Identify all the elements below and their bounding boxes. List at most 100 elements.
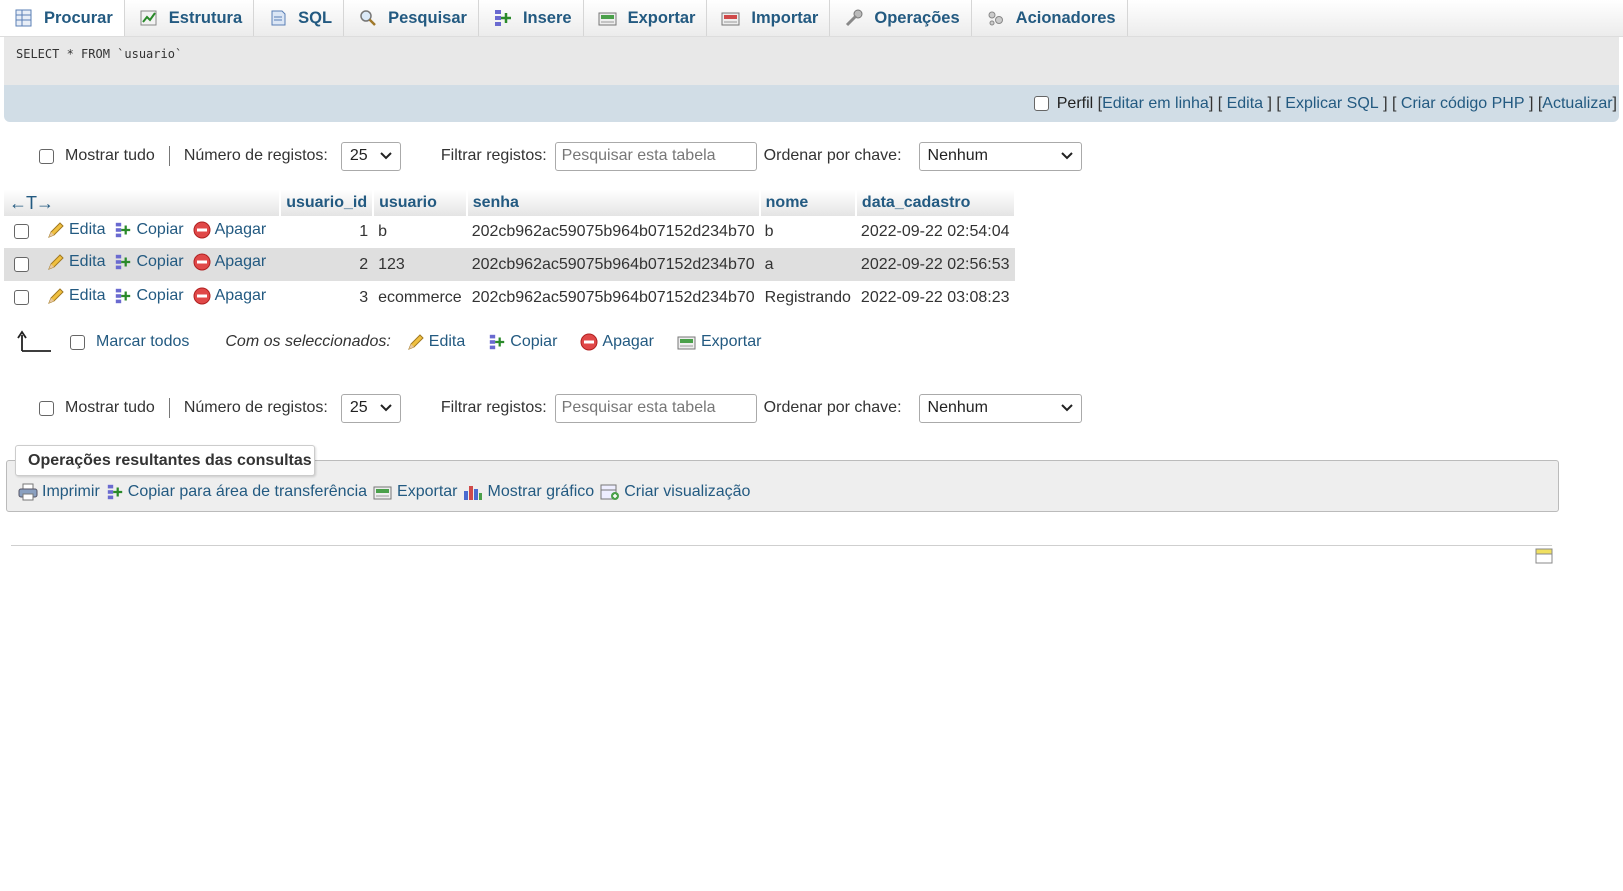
bookmark-icon[interactable] xyxy=(1535,548,1553,564)
tab-insert[interactable]: Insere xyxy=(479,0,584,36)
sql-query-text: SELECT * FROM `usuario` xyxy=(16,47,183,61)
copy-icon xyxy=(490,334,505,350)
row-edit-button[interactable]: Edita xyxy=(47,253,105,271)
filter-input[interactable]: Pesquisar esta tabela xyxy=(554,141,757,171)
row-actions: Edita Copiar Apagar xyxy=(42,216,280,248)
view-icon xyxy=(600,484,620,500)
cell-senha[interactable]: 202cb962ac59075b964b07152d234b70 xyxy=(466,248,760,281)
export-icon xyxy=(373,486,392,500)
show-all-checkbox[interactable] xyxy=(39,148,54,164)
column-header-senha[interactable]: senha xyxy=(466,190,761,216)
show-all-checkbox[interactable] xyxy=(39,400,54,416)
delete-icon xyxy=(580,333,598,351)
sql-icon xyxy=(271,10,286,26)
cell-usuario[interactable]: 123 xyxy=(373,248,467,281)
tab-triggers[interactable]: Acionadores xyxy=(972,0,1128,36)
cell-nome[interactable]: a xyxy=(759,248,856,281)
delete-icon xyxy=(193,221,211,238)
tab-label: Pesquisar xyxy=(388,8,467,27)
row-copy-button[interactable]: Copiar xyxy=(114,221,184,239)
column-header-data_cadastro[interactable]: data_cadastro xyxy=(855,190,1016,216)
row-edit-button[interactable]: Edita xyxy=(47,287,105,305)
table-header-row: ←T→ usuario_id usuario senha nome data_c… xyxy=(4,190,1016,216)
row-delete-button[interactable]: Apagar xyxy=(193,287,266,305)
chevron-down-icon xyxy=(1060,404,1073,412)
sort-select[interactable]: Nenhum xyxy=(918,393,1082,423)
row-checkbox[interactable] xyxy=(14,290,29,306)
sort-label: Ordenar por chave: xyxy=(763,147,902,164)
row-edit-button[interactable]: Edita xyxy=(47,221,105,239)
cell-data_cadastro[interactable]: 2022-09-22 03:08:23 xyxy=(856,281,1015,315)
check-all-link[interactable]: Marcar todos xyxy=(96,333,189,351)
tab-export[interactable]: Exportar xyxy=(584,0,708,36)
tab-browse[interactable]: Procurar xyxy=(0,0,125,36)
cell-nome[interactable]: b xyxy=(760,216,856,248)
divider xyxy=(168,146,170,166)
copy-icon xyxy=(116,222,131,237)
copy-clipboard-link[interactable]: Copiar para área de transferência xyxy=(106,483,367,501)
divider xyxy=(168,398,170,418)
row-delete-button[interactable]: Apagar xyxy=(193,221,266,239)
bulk-copy-button[interactable]: Copiar xyxy=(488,333,557,351)
tab-label: SQL xyxy=(298,8,333,27)
browse-icon xyxy=(15,9,32,27)
tab-structure[interactable]: Estrutura xyxy=(125,0,255,36)
column-header-usuario[interactable]: usuario xyxy=(373,190,468,216)
row-copy-button[interactable]: Copiar xyxy=(114,253,184,271)
cell-usuario_id[interactable]: 1 xyxy=(280,216,373,248)
tab-search[interactable]: Pesquisar xyxy=(344,0,479,36)
create-php-link[interactable]: Criar código PHP xyxy=(1401,95,1525,113)
cell-usuario_id[interactable]: 2 xyxy=(280,248,374,281)
row-checkbox[interactable] xyxy=(14,256,29,272)
edit-query-link[interactable]: Edita xyxy=(1227,95,1263,113)
create-view-link[interactable]: Criar visualização xyxy=(600,483,750,501)
cell-usuario[interactable]: b xyxy=(373,216,467,248)
cell-data_cadastro[interactable]: 2022-09-22 02:56:53 xyxy=(855,248,1015,281)
cell-usuario[interactable]: ecommerce xyxy=(373,281,467,315)
profile-label: Perfil xyxy=(1056,94,1094,112)
navigation-bottom: Mostrar tudo Número de registos: 25 Filt… xyxy=(0,393,1100,423)
pencil-icon xyxy=(48,254,64,270)
export-link[interactable]: Exportar xyxy=(373,483,457,501)
bulk-edit-button[interactable]: Edita xyxy=(407,333,465,351)
delete-icon xyxy=(193,253,211,271)
row-delete-button[interactable]: Apagar xyxy=(193,253,266,271)
column-header-nome[interactable]: nome xyxy=(759,190,857,216)
cell-usuario_id[interactable]: 3 xyxy=(280,281,373,315)
sort-label: Ordenar por chave: xyxy=(763,399,902,416)
refresh-link[interactable]: Actualizar xyxy=(1542,95,1612,113)
arrow-up-left-icon xyxy=(17,330,51,352)
tab-operations[interactable]: Operações xyxy=(830,0,972,36)
row-actions: Edita Copiar Apagar xyxy=(42,281,280,315)
profile-checkbox[interactable] xyxy=(1033,96,1049,111)
sort-select[interactable]: Nenhum xyxy=(918,141,1082,171)
cell-senha[interactable]: 202cb962ac59075b964b07152d234b70 xyxy=(467,281,760,315)
print-link[interactable]: Imprimir xyxy=(18,483,100,501)
bulk-delete-button[interactable]: Apagar xyxy=(580,333,654,351)
row-checkbox[interactable] xyxy=(14,224,29,240)
check-all-checkbox[interactable] xyxy=(70,334,85,350)
inline-edit-link[interactable]: Editar em linha xyxy=(1102,95,1209,113)
column-header-usuario_id[interactable]: usuario_id xyxy=(280,190,375,216)
pencil-icon xyxy=(407,334,424,350)
cell-data_cadastro[interactable]: 2022-09-22 02:54:04 xyxy=(856,216,1015,248)
tab-label: Procurar xyxy=(44,8,113,27)
tab-import[interactable]: Importar xyxy=(707,0,831,36)
num-records-select[interactable]: 25 xyxy=(340,393,401,423)
cell-senha[interactable]: 202cb962ac59075b964b07152d234b70 xyxy=(467,216,760,248)
show-chart-link[interactable]: Mostrar gráfico xyxy=(463,483,594,501)
column-arrows[interactable]: ←T→ xyxy=(4,190,282,216)
pencil-icon xyxy=(48,221,64,238)
tab-sql[interactable]: SQL xyxy=(254,0,345,36)
filter-input[interactable]: Pesquisar esta tabela xyxy=(554,393,757,423)
tab-label: Operações xyxy=(874,8,960,27)
navigation-top: Mostrar tudo Número de registos: 25 Filt… xyxy=(0,141,1100,171)
chevron-down-icon xyxy=(380,404,392,412)
num-records-select[interactable]: 25 xyxy=(340,141,401,171)
bulk-export-button[interactable]: Exportar xyxy=(677,333,761,351)
explain-sql-link[interactable]: Explicar SQL xyxy=(1285,95,1378,113)
cell-nome[interactable]: Registrando xyxy=(760,281,856,315)
tab-label: Estrutura xyxy=(168,8,243,27)
row-copy-button[interactable]: Copiar xyxy=(114,287,184,305)
chevron-down-icon xyxy=(380,152,392,160)
